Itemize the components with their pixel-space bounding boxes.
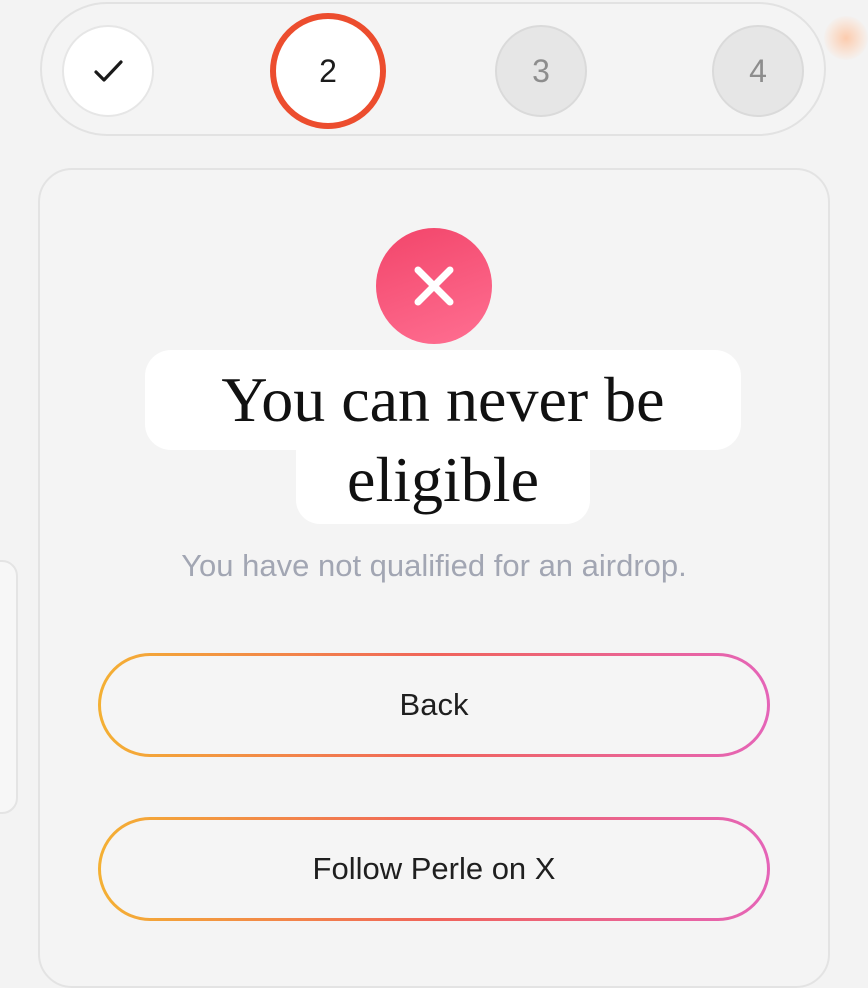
result-subtitle: You have not qualified for an airdrop. xyxy=(181,548,687,583)
close-icon xyxy=(414,266,454,306)
step-1-completed[interactable] xyxy=(62,25,154,117)
progress-stepper: 2 3 4 xyxy=(40,2,826,136)
step-2-current[interactable]: 2 xyxy=(270,13,386,129)
error-badge xyxy=(376,228,492,344)
follow-perle-button[interactable]: Follow Perle on X xyxy=(98,817,770,921)
back-button-label: Back xyxy=(399,687,469,722)
corner-glow xyxy=(824,16,868,60)
step-4-label: 4 xyxy=(749,52,767,89)
follow-perle-button-label: Follow Perle on X xyxy=(312,851,556,886)
step-3-label: 3 xyxy=(532,52,550,89)
back-button[interactable]: Back xyxy=(98,653,770,757)
result-title-line-2: eligible xyxy=(296,434,590,524)
side-panel-edge xyxy=(0,560,18,814)
step-4-upcoming[interactable]: 4 xyxy=(712,25,804,117)
step-3-upcoming[interactable]: 3 xyxy=(495,25,587,117)
check-icon xyxy=(94,60,123,82)
step-2-label: 2 xyxy=(319,52,337,89)
